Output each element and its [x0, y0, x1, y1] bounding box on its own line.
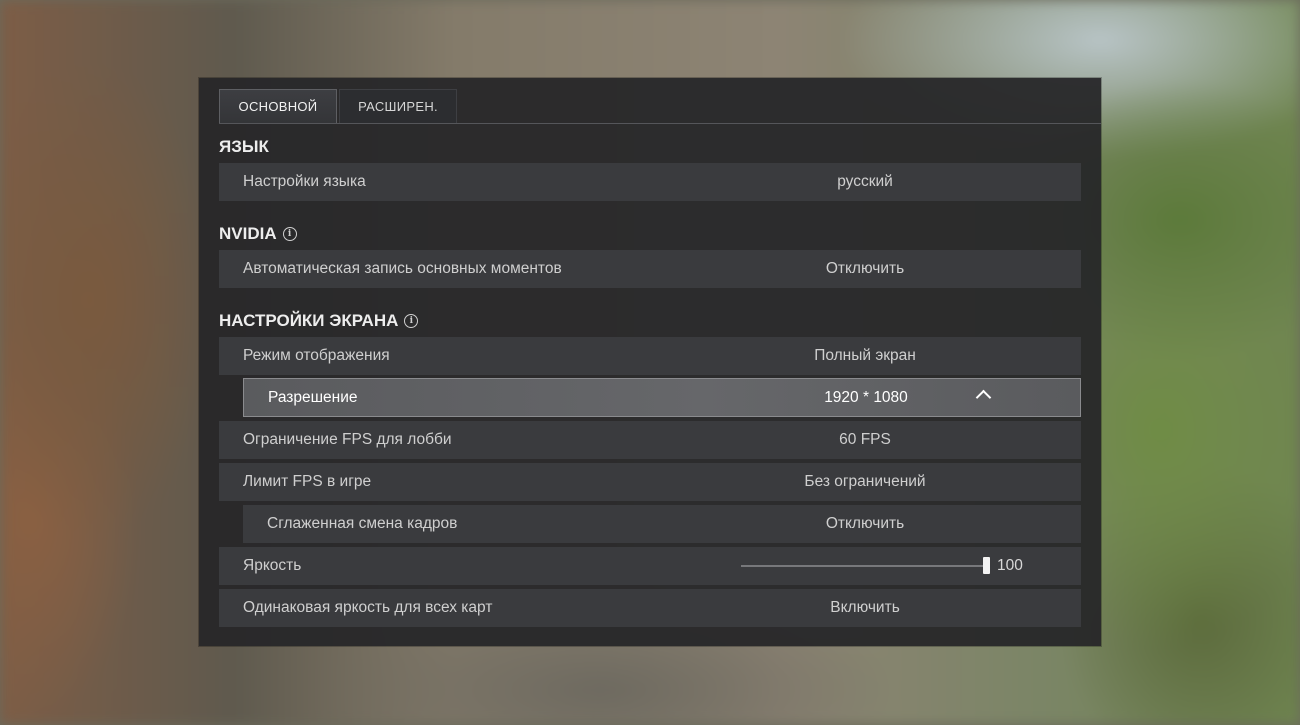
setting-value: Включить [830, 599, 900, 616]
setting-label: Яркость [243, 557, 302, 574]
brightness-slider-handle[interactable] [983, 557, 990, 574]
info-icon[interactable]: i [404, 314, 419, 328]
setting-row-game-fps[interactable]: Лимит FPS в игре Без ограничений [219, 463, 1081, 501]
setting-label: Ограничение FPS для лобби [243, 431, 452, 448]
setting-row-brightness[interactable]: Яркость 100 [219, 547, 1081, 585]
tab-advanced[interactable]: РАСШИРЕН. [339, 89, 457, 123]
brightness-value: 100 [997, 557, 1023, 574]
settings-panel: ОСНОВНОЙ РАСШИРЕН. ЯЗЫК Настройки языка … [199, 78, 1101, 646]
brightness-slider-track[interactable] [741, 565, 987, 567]
chevron-up-icon[interactable] [975, 389, 992, 406]
section-title-nvidia: NVIDIA i [219, 223, 297, 245]
setting-value: русский [837, 173, 893, 190]
setting-label: Разрешение [268, 388, 358, 406]
setting-row-highlights[interactable]: Автоматическая запись основных моментов … [219, 250, 1081, 288]
setting-value: Полный экран [814, 347, 916, 364]
setting-label: Режим отображения [243, 347, 390, 364]
section-title-language: ЯЗЫК [219, 136, 269, 158]
setting-row-lobby-fps[interactable]: Ограничение FPS для лобби 60 FPS [219, 421, 1081, 459]
setting-label: Автоматическая запись основных моментов [243, 260, 562, 277]
tab-basic[interactable]: ОСНОВНОЙ [219, 89, 337, 123]
setting-row-resolution[interactable]: Разрешение 1920 * 1080 [243, 378, 1081, 417]
setting-value: Без ограничений [804, 473, 926, 490]
tab-divider [219, 123, 1101, 124]
setting-value: 60 FPS [839, 431, 891, 448]
tab-bar: ОСНОВНОЙ РАСШИРЕН. [219, 89, 457, 123]
setting-row-smooth-frame[interactable]: Сглаженная смена кадров Отключить [243, 505, 1081, 543]
setting-row-uniform-brightness[interactable]: Одинаковая яркость для всех карт Включит… [219, 589, 1081, 627]
section-title-display: НАСТРОЙКИ ЭКРАНА i [219, 310, 419, 332]
section-title-language-text: ЯЗЫК [219, 137, 269, 156]
setting-value: Отключить [825, 260, 905, 277]
setting-label: Сглаженная смена кадров [267, 515, 458, 532]
setting-label: Одинаковая яркость для всех карт [243, 599, 493, 616]
setting-value: 1920 * 1080 [824, 388, 908, 406]
setting-label: Настройки языка [243, 173, 366, 190]
setting-value: Отключить [825, 515, 905, 532]
setting-row-display-mode[interactable]: Режим отображения Полный экран [219, 337, 1081, 375]
setting-row-language[interactable]: Настройки языка русский [219, 163, 1081, 201]
section-title-nvidia-text: NVIDIA [219, 224, 277, 243]
section-title-display-text: НАСТРОЙКИ ЭКРАНА [219, 311, 399, 330]
info-icon[interactable]: i [282, 227, 297, 241]
setting-label: Лимит FPS в игре [243, 473, 372, 490]
